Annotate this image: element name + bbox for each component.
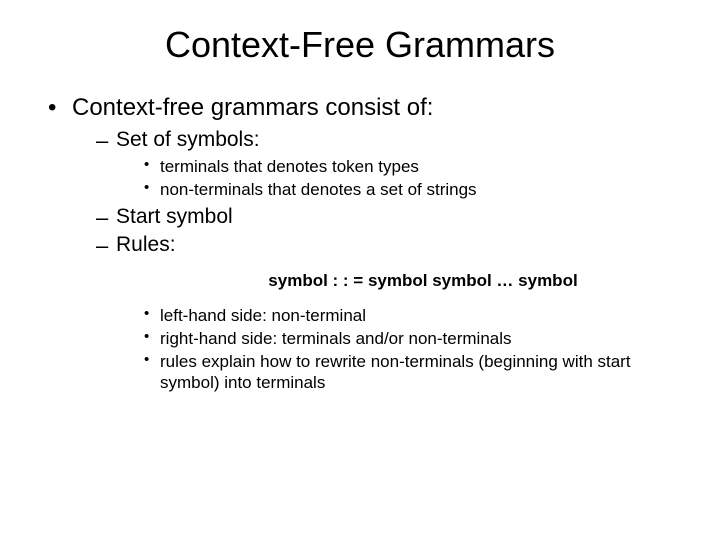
start-symbol-item: Start symbol bbox=[96, 205, 690, 229]
sub-list: Set of symbols: terminals that denotes t… bbox=[72, 128, 690, 394]
symbols-item: Set of symbols: terminals that denotes t… bbox=[96, 128, 690, 201]
bullet-list: Context-free grammars consist of: Set of… bbox=[30, 94, 690, 394]
rules-sublist: left-hand side: non-terminal right-hand … bbox=[116, 305, 690, 394]
rules-item: Rules: symbol : : = symbol symbol … symb… bbox=[96, 233, 690, 394]
slide: Context-Free Grammars Context-free gramm… bbox=[0, 0, 720, 540]
rules-heading: Rules: bbox=[116, 233, 176, 256]
symbols-heading: Set of symbols: bbox=[116, 128, 260, 151]
start-symbol-text: Start symbol bbox=[116, 205, 233, 228]
top-bullet: Context-free grammars consist of: Set of… bbox=[48, 94, 690, 394]
slide-title: Context-Free Grammars bbox=[30, 24, 690, 66]
explain-item: rules explain how to rewrite non-termina… bbox=[144, 351, 690, 394]
terminals-item: terminals that denotes token types bbox=[144, 156, 690, 177]
rule-syntax: symbol : : = symbol symbol … symbol bbox=[156, 271, 690, 291]
rhs-item: right-hand side: terminals and/or non-te… bbox=[144, 328, 690, 349]
nonterminals-item: non-terminals that denotes a set of stri… bbox=[144, 179, 690, 200]
symbols-sublist: terminals that denotes token types non-t… bbox=[116, 156, 690, 201]
top-bullet-text: Context-free grammars consist of: bbox=[72, 94, 433, 121]
lhs-item: left-hand side: non-terminal bbox=[144, 305, 690, 326]
